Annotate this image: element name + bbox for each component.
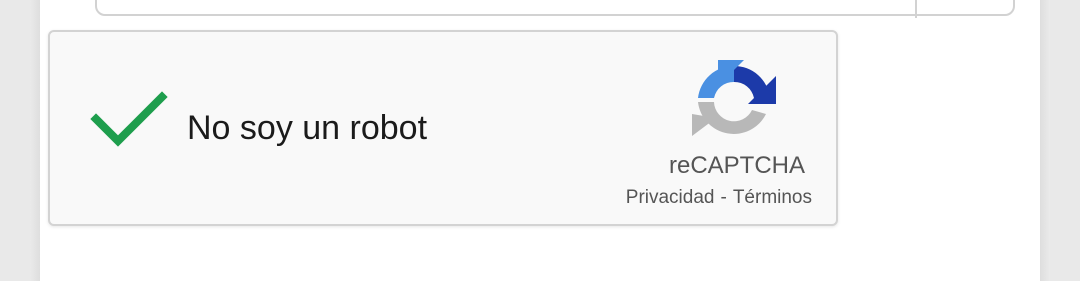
recaptcha-links: Privacidad - Términos	[598, 186, 812, 210]
recaptcha-brand: reCAPTCHA	[668, 152, 806, 179]
input-field-partial[interactable]	[95, 0, 1015, 18]
page-edge-shadow-left	[30, 0, 40, 281]
recaptcha-logo-icon	[692, 60, 776, 136]
terms-link[interactable]: Términos	[733, 187, 812, 208]
input-field-divider	[915, 0, 917, 18]
page-edge-shadow-right	[1040, 0, 1050, 281]
recaptcha-widget: No soy un robot reCAPTCHA Privacidad - Tér…	[48, 30, 838, 226]
links-separator: -	[720, 187, 727, 208]
privacy-link[interactable]: Privacidad	[626, 187, 715, 208]
checkmark-icon[interactable]	[90, 88, 170, 152]
recaptcha-checkbox-label: No soy un robot	[187, 109, 428, 147]
